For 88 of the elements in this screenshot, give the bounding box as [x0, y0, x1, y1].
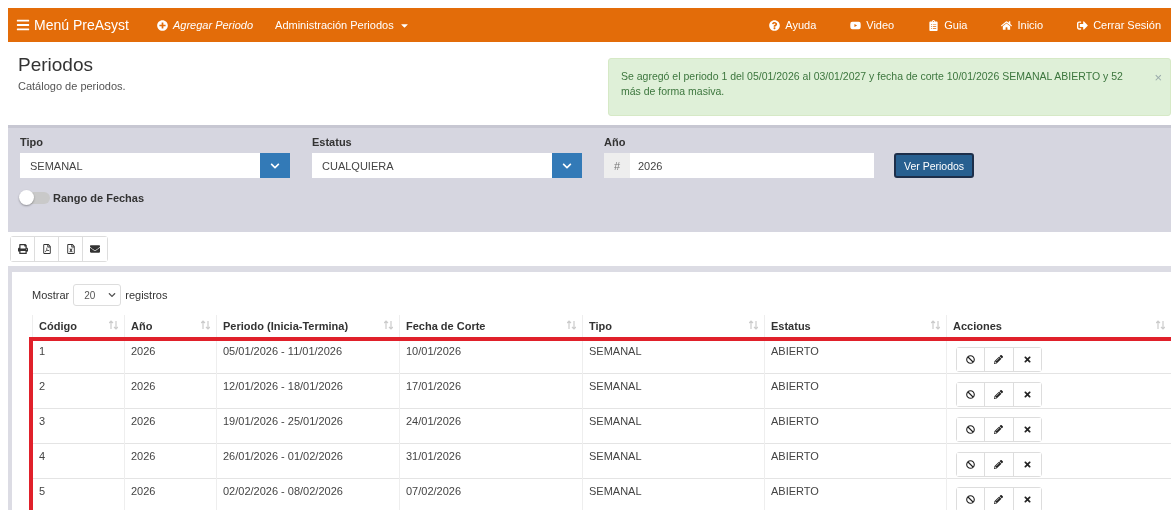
ban-icon [966, 390, 976, 399]
length-label: Mostrar [32, 289, 70, 301]
close-icon [1022, 495, 1032, 504]
table-cell: 2 [32, 374, 124, 413]
disable-button[interactable] [957, 383, 986, 406]
field-label: Estatus [312, 136, 353, 148]
field-label: Año [604, 136, 627, 148]
range-toggle[interactable] [20, 192, 50, 204]
sort-icon [201, 320, 210, 330]
sort-icon [567, 320, 576, 330]
disable-button[interactable] [957, 418, 986, 441]
sort-icon [931, 320, 940, 330]
column-header[interactable]: Fecha de Corte [399, 315, 582, 338]
table-cell: 3 [32, 409, 124, 448]
pdf-file-icon [41, 244, 52, 254]
table-cell: SEMANAL [582, 409, 764, 448]
pencil-icon [994, 460, 1004, 469]
table-cell: 19/01/2026 - 25/01/2026 [216, 409, 399, 448]
length-label: registros [125, 289, 168, 301]
chevron-icon [270, 160, 280, 171]
table-cell: ABIERTO [764, 374, 946, 413]
sort-icon [109, 320, 118, 330]
video-icon [850, 19, 862, 31]
type-select[interactable]: SEMANAL [20, 153, 290, 178]
chevron-icon [562, 160, 572, 171]
table-cell: SEMANAL [582, 374, 764, 413]
sort-icon [384, 320, 393, 330]
year-input-field[interactable]: # 2026 [604, 153, 874, 178]
status-select[interactable]: CUALQUIERA [312, 153, 582, 178]
table-cell: 05/01/2026 - 11/01/2026 [216, 339, 399, 378]
table-cell: 24/01/2026 [399, 409, 582, 448]
close-icon [1022, 425, 1032, 434]
table-cell: 2026 [124, 374, 216, 413]
ban-icon [966, 355, 976, 364]
pencil-icon [994, 495, 1004, 504]
alert-message: Se agregó el periodo 1 del 05/01/2026 al 03/01/2027 y fecha de corte 10/01/2026 SEMANAL ABIERTO y 52 más de forma masiva. [621, 69, 1124, 100]
table-cell: 2026 [124, 339, 216, 378]
print-button[interactable] [11, 237, 35, 261]
disable-button[interactable] [957, 488, 986, 510]
chevron-icon [108, 291, 117, 299]
clipboard-icon [928, 19, 940, 31]
pencil-icon [994, 355, 1004, 364]
home-icon [1001, 19, 1013, 31]
column-header[interactable]: Código [32, 315, 124, 338]
printer-icon [17, 244, 28, 254]
table-cell: 4 [32, 444, 124, 483]
table-cell: SEMANAL [582, 444, 764, 483]
table-cell: 10/01/2026 [399, 339, 582, 378]
table-cell: ABIERTO [764, 409, 946, 448]
column-header[interactable]: Tipo [582, 315, 764, 338]
logout-icon [1077, 19, 1089, 31]
sort-icon [1156, 320, 1165, 330]
column-header[interactable]: Año [124, 315, 216, 338]
excel-file-icon [65, 244, 76, 254]
plus-icon [156, 19, 168, 31]
ban-icon [966, 425, 976, 434]
close-icon [1022, 460, 1032, 469]
sort-icon [749, 320, 758, 330]
column-header[interactable]: Periodo (Inicia-Termina) [216, 315, 399, 338]
table-cell: 26/01/2026 - 01/02/2026 [216, 444, 399, 483]
close-icon [1022, 355, 1032, 364]
ban-icon [966, 495, 976, 504]
table-cell: 1 [32, 339, 124, 378]
pencil-icon [994, 390, 1004, 399]
help-icon [769, 19, 781, 31]
field-label: Tipo [20, 136, 44, 148]
envelope-icon [90, 244, 100, 254]
table-cell: 31/01/2026 [399, 444, 582, 483]
close-icon [1022, 390, 1032, 399]
toggle-label: Rango de Fechas [53, 192, 145, 204]
column-header[interactable]: Estatus [764, 315, 946, 338]
table-cell: SEMANAL [582, 339, 764, 378]
table-cell: 2026 [124, 409, 216, 448]
page-length-select[interactable]: 20 [73, 284, 122, 306]
table-cell: 2026 [124, 444, 216, 483]
ban-icon [966, 460, 976, 469]
page-title: Periodos [18, 54, 94, 76]
menu-icon [16, 18, 30, 32]
table-cell: ABIERTO [764, 339, 946, 378]
page-subtitle: Catálogo de periodos. [18, 80, 126, 92]
table-cell: ABIERTO [764, 444, 946, 483]
view-periods-button[interactable]: Ver Periodos [894, 153, 975, 178]
column-header[interactable]: Acciones [946, 315, 1171, 338]
disable-button[interactable] [957, 453, 986, 476]
disable-button[interactable] [957, 348, 986, 371]
table-cell: 17/01/2026 [399, 374, 582, 413]
pencil-icon [994, 425, 1004, 434]
table-cell: 12/01/2026 - 18/01/2026 [216, 374, 399, 413]
